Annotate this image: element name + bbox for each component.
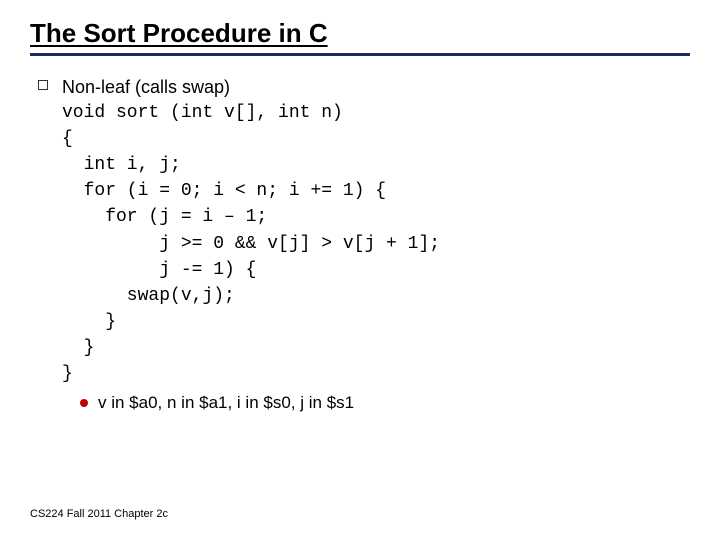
dot-bullet-icon (80, 399, 88, 407)
lead-text: Non-leaf (calls swap) (62, 74, 690, 100)
square-bullet-icon (38, 80, 48, 90)
sub-bullet-row: v in $a0, n in $a1, i in $s0, j in $s1 (80, 391, 690, 416)
slide: The Sort Procedure in C Non-leaf (calls … (0, 0, 720, 540)
slide-title: The Sort Procedure in C (30, 18, 328, 48)
bullet-row: Non-leaf (calls swap) void sort (int v[]… (38, 74, 690, 416)
slide-footer: CS224 Fall 2011 Chapter 2c (30, 508, 168, 520)
code-block: void sort (int v[], int n) { int i, j; f… (62, 100, 690, 387)
bullet-content: Non-leaf (calls swap) void sort (int v[]… (62, 74, 690, 416)
sub-bullet-text: v in $a0, n in $a1, i in $s0, j in $s1 (98, 391, 354, 416)
title-bar: The Sort Procedure in C (30, 18, 690, 56)
slide-body: Non-leaf (calls swap) void sort (int v[]… (30, 74, 690, 416)
